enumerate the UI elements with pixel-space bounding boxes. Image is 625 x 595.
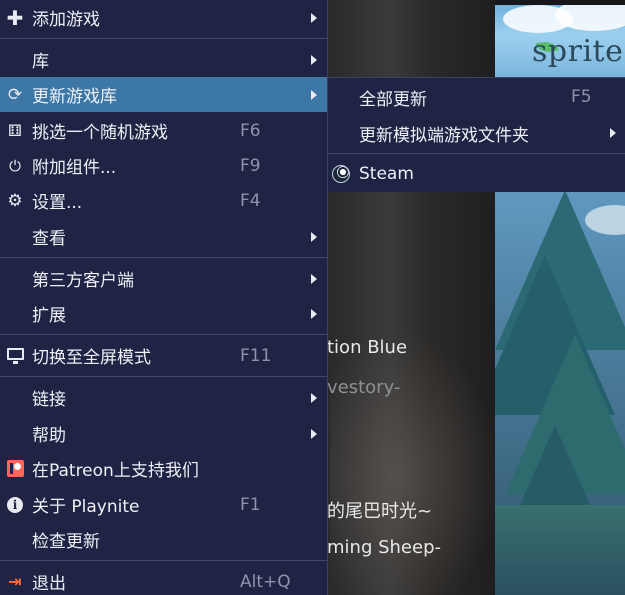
game-logo: sprite [532, 34, 624, 69]
shortcut-text: Alt+Q [240, 571, 291, 592]
menu-item-links[interactable]: 链接 [0, 380, 327, 415]
menu-item-extensions[interactable]: 扩展 [0, 296, 327, 331]
submenu-arrow-icon [311, 273, 317, 284]
menu-item-settings[interactable]: ⚙ 设置... F4 [0, 183, 327, 218]
menu-item-library[interactable]: 库 [0, 42, 327, 77]
menu-item-exit[interactable]: ⇥ 退出 Alt+Q [0, 564, 327, 595]
steam-icon [332, 164, 351, 184]
menu-item-check-updates[interactable]: 检查更新 [0, 522, 327, 557]
shortcut-text: F5 [571, 87, 592, 107]
update-library-submenu: 全部更新 F5 更新模拟端游戏文件夹 Steam [328, 77, 625, 192]
submenu-arrow-icon [610, 128, 616, 138]
menu-item-add-game[interactable]: ✚ 添加游戏 [0, 0, 327, 35]
menu-item-addons[interactable]: ⏻ 附加组件... F9 [0, 148, 327, 183]
addon-plug-icon: ⏻ [9, 156, 21, 175]
main-menu: ✚ 添加游戏 库 ⟳ 更新游戏库 ⚅ 挑选一个随机游戏 F6 ⏻ 附加组件...… [0, 0, 328, 595]
shortcut-text: F1 [240, 494, 261, 515]
menu-separator [0, 38, 327, 39]
dice-icon: ⚅ [8, 121, 22, 140]
shortcut-text: F6 [240, 120, 261, 141]
game-title-text[interactable]: ming Sheep- [327, 537, 441, 558]
menu-item-patreon[interactable]: 在Patreon上支持我们 [0, 451, 327, 486]
menu-separator [0, 376, 327, 377]
menu-separator [328, 153, 625, 154]
menu-item-label: 扩展 [32, 306, 66, 326]
menu-item-label: 关于 Playnite [32, 497, 140, 517]
menu-item-view[interactable]: 查看 [0, 219, 327, 254]
menu-item-update-library[interactable]: ⟳ 更新游戏库 [0, 77, 327, 112]
submenu-item-steam[interactable]: Steam [328, 156, 625, 192]
menu-item-label: 第三方客户端 [32, 271, 134, 291]
menu-item-label: 退出 [32, 574, 66, 594]
submenu-arrow-icon [311, 428, 317, 439]
refresh-icon: ⟳ [7, 84, 23, 105]
menu-item-random-game[interactable]: ⚅ 挑选一个随机游戏 F6 [0, 113, 327, 148]
submenu-arrow-icon [311, 89, 317, 100]
menu-separator [0, 257, 327, 258]
gear-icon: ⚙ [7, 190, 23, 211]
submenu-item-update-emulated-folders[interactable]: 更新模拟端游戏文件夹 [328, 115, 625, 151]
submenu-item-label: Steam [359, 164, 414, 184]
menu-item-label: 附加组件... [32, 158, 117, 178]
submenu-arrow-icon [311, 12, 317, 23]
submenu-arrow-icon [311, 231, 317, 242]
menu-item-label: 设置... [32, 193, 83, 213]
menu-separator [0, 560, 327, 561]
submenu-arrow-icon [311, 308, 317, 319]
menu-item-fullscreen[interactable]: 切换至全屏模式 F11 [0, 338, 327, 373]
menu-item-label: 添加游戏 [32, 10, 100, 30]
shortcut-text: F4 [240, 190, 261, 211]
menu-item-label: 库 [32, 52, 49, 72]
menu-item-label: 切换至全屏模式 [32, 348, 151, 368]
menu-item-label: 在Patreon上支持我们 [32, 461, 199, 481]
submenu-item-update-all[interactable]: 全部更新 F5 [328, 79, 625, 115]
menu-item-third-party-clients[interactable]: 第三方客户端 [0, 261, 327, 296]
menu-item-help[interactable]: 帮助 [0, 416, 327, 451]
shortcut-text: F11 [240, 345, 272, 366]
menu-item-label: 更新游戏库 [32, 87, 117, 107]
menu-item-label: 挑选一个随机游戏 [32, 123, 168, 143]
menu-item-about[interactable]: i 关于 Playnite F1 [0, 487, 327, 522]
submenu-item-label: 全部更新 [359, 89, 427, 110]
menu-separator [0, 334, 327, 335]
exit-icon: ⇥ [8, 572, 22, 591]
submenu-arrow-icon [311, 392, 317, 403]
info-icon: i [6, 496, 24, 514]
menu-item-label: 检查更新 [32, 532, 100, 552]
menu-item-label: 帮助 [32, 426, 66, 446]
submenu-item-label: 更新模拟端游戏文件夹 [359, 125, 529, 146]
submenu-arrow-icon [311, 54, 317, 65]
shortcut-text: F9 [240, 155, 261, 176]
menu-item-label: 链接 [32, 390, 66, 410]
menu-item-label: 查看 [32, 229, 66, 249]
patreon-icon [6, 460, 24, 478]
game-title-text[interactable]: 的尾巴时光~ [327, 497, 432, 523]
game-subtitle-text: vestory- [327, 377, 401, 398]
monitor-icon [6, 347, 24, 365]
game-title-text[interactable]: tion Blue [327, 337, 407, 358]
plus-icon: ✚ [6, 5, 24, 30]
